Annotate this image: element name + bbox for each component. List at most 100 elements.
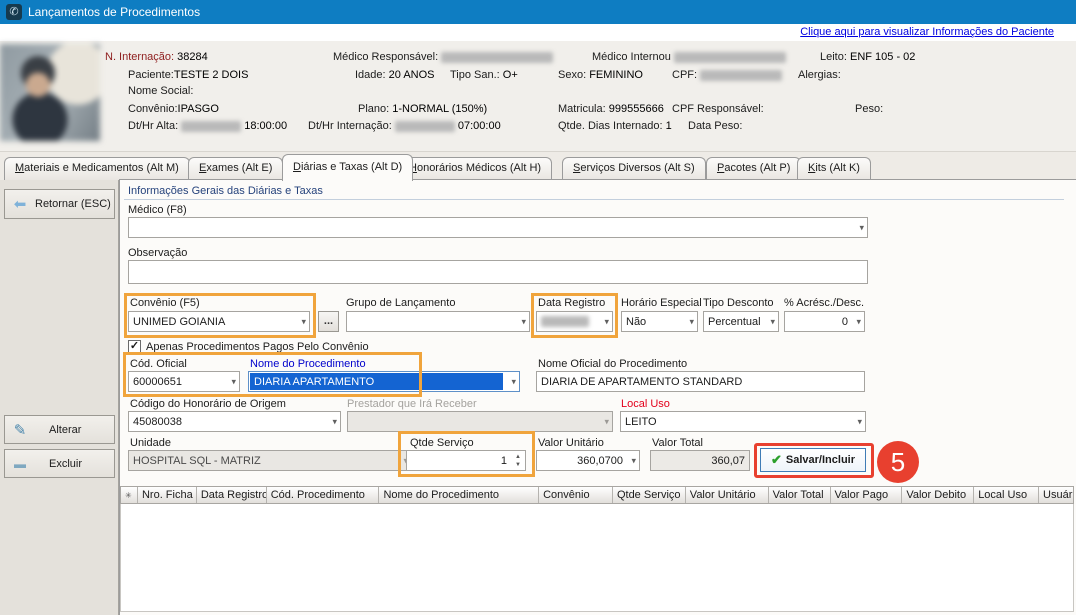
field-tipo-san: Tipo San.: O+ (450, 69, 518, 81)
patient-info-link[interactable]: Clique aqui para visualizar Informações … (800, 26, 1054, 38)
n-internacao-label: N. Internação: (105, 51, 174, 63)
grid-col-valor-pago[interactable]: Valor Pago (831, 487, 903, 503)
nome-oficial-label: Nome Oficial do Procedimento (538, 358, 687, 370)
patient-photo (0, 44, 100, 141)
qtde-servico-stepper[interactable]: 1 ▲▼ (406, 450, 526, 471)
cpf-label: CPF: (672, 69, 697, 81)
chevron-down-icon[interactable]: ▾ (856, 316, 861, 327)
excluir-button[interactable]: ▬ Excluir (4, 449, 115, 478)
redacted-value (441, 52, 553, 63)
valor-unitario-value: 360,0700 (577, 455, 623, 467)
grid-col-valor-debito[interactable]: Valor Debito (902, 487, 974, 503)
chevron-down-icon[interactable]: ▾ (857, 416, 862, 427)
leito-label: Leito: (820, 51, 847, 63)
acresc-desc-combobox[interactable]: 0 ▾ (784, 311, 865, 332)
chevron-down-icon[interactable]: ▾ (231, 376, 236, 387)
chevron-down-icon[interactable]: ▾ (604, 316, 609, 327)
qtde-servico-label: Qtde Serviço (410, 437, 474, 449)
grid-body[interactable] (120, 504, 1074, 612)
grid-col-local-uso[interactable]: Local Uso (974, 487, 1039, 503)
qtde-servico-value: 1 (501, 455, 507, 467)
convenio-f5-combobox[interactable]: UNIMED GOIANIA ▾ (128, 311, 310, 332)
grid-col-convenio[interactable]: Convênio (539, 487, 613, 503)
acresc-desc-label: % Acrésc./Desc. (784, 297, 864, 309)
tab-exames[interactable]: Exames (Alt E) (188, 157, 283, 180)
cod-oficial-combobox[interactable]: 60000651 ▾ (128, 371, 240, 392)
window-title: Lançamentos de Procedimentos (28, 5, 200, 19)
apenas-pagos-checkbox-label[interactable]: Apenas Procedimentos Pagos Pelo Convênio (146, 341, 369, 353)
tab-label: ateriais e Medicamentos (Alt M) (24, 162, 179, 174)
cod-oficial-label: Cód. Oficial (130, 358, 187, 370)
chevron-down-icon[interactable]: ▾ (770, 316, 775, 327)
grid-col-nome-procedimento[interactable]: Nome do Procedimento (379, 487, 539, 503)
link-row: Clique aqui para visualizar Informações … (0, 24, 1076, 41)
alterar-button[interactable]: ✎ Alterar (4, 415, 115, 444)
section-title: Informações Gerais das Diárias e Taxas (128, 185, 323, 197)
tab-pacotes[interactable]: Pacotes (Alt P) (706, 157, 801, 180)
chevron-down-icon[interactable]: ▾ (301, 316, 306, 327)
tipo-desconto-combobox[interactable]: Percentual ▾ (703, 311, 779, 332)
tab-kits[interactable]: Kits (Alt K) (797, 157, 871, 180)
green-check-icon: ✔ (771, 452, 782, 468)
field-plano: Plano: 1-NORMAL (150%) (358, 103, 487, 115)
data-registro-combobox[interactable]: ▾ (536, 311, 613, 332)
acresc-desc-value: 0 (842, 316, 848, 328)
cod-honorario-value: 45080038 (133, 416, 182, 428)
apenas-pagos-checkbox[interactable]: ✓ (128, 340, 141, 353)
field-nome-social: Nome Social: (128, 85, 193, 97)
horario-especial-combobox[interactable]: Não ▾ (621, 311, 698, 332)
tab-servicos-diversos[interactable]: Serviços Diversos (Alt S) (562, 157, 706, 180)
observacao-input[interactable] (128, 260, 868, 284)
medico-responsavel-label: Médico Responsável: (333, 51, 438, 63)
tab-diarias-taxas[interactable]: Diárias e Taxas (Alt D) (282, 154, 413, 181)
check-icon: ✓ (130, 340, 139, 352)
tab-label: onorários Médicos (Alt H) (417, 162, 541, 174)
chevron-down-icon[interactable]: ▾ (859, 222, 864, 233)
nome-procedimento-value: DIARIA APARTAMENTO (250, 373, 503, 390)
tipo-desconto-label: Tipo Desconto (703, 297, 774, 309)
grid-col-nro-ficha[interactable]: Nro. Ficha (138, 487, 197, 503)
browse-button[interactable]: ... (318, 311, 339, 332)
grid-col-usuario[interactable]: Usuário (1039, 487, 1073, 503)
alterar-label: Alterar (49, 424, 81, 436)
chevron-down-icon[interactable]: ▾ (631, 455, 636, 466)
patient-info-panel: N. Internação: 38284 Médico Responsável:… (0, 41, 1076, 152)
field-paciente: Paciente:TESTE 2 DOIS (128, 69, 248, 81)
local-uso-combobox[interactable]: LEITO ▾ (620, 411, 866, 432)
dt-hr-alta-time: 18:00:00 (244, 120, 287, 132)
chevron-down-icon[interactable]: ▾ (511, 376, 516, 387)
tipo-desconto-value: Percentual (708, 316, 761, 328)
field-idade: Idade: 20 ANOS (355, 69, 435, 81)
grid-col-cod-procedimento[interactable]: Cód. Procedimento (267, 487, 380, 503)
chevron-down-icon[interactable]: ▾ (521, 316, 526, 327)
retornar-label: Retornar (ESC) (35, 198, 111, 210)
grid-col-qtde-servico[interactable]: Qtde Serviço (613, 487, 686, 503)
prestador-label: Prestador que Irá Receber (347, 398, 477, 410)
convenio-f5-value: UNIMED GOIANIA (133, 316, 225, 328)
spinner-arrows-icon[interactable]: ▲▼ (515, 453, 521, 469)
horario-especial-value: Não (626, 316, 646, 328)
grupo-lancamento-combobox[interactable]: ▾ (346, 311, 530, 332)
grid-col-valor-total[interactable]: Valor Total (769, 487, 831, 503)
retornar-button[interactable]: ⬅ Retornar (ESC) (4, 189, 115, 219)
chevron-down-icon[interactable]: ▾ (689, 316, 694, 327)
nome-procedimento-combobox[interactable]: DIARIA APARTAMENTO ▾ (248, 371, 520, 392)
redacted-value (674, 52, 786, 63)
title-bar: ✆ Lançamentos de Procedimentos (0, 0, 1076, 24)
tab-materiais-medicamentos[interactable]: Materiais e Medicamentos (Alt M) (4, 157, 190, 180)
cod-honorario-combobox[interactable]: 45080038 ▾ (128, 411, 341, 432)
field-medico-responsavel: Médico Responsável: (333, 51, 553, 63)
medico-f8-combobox[interactable]: ▾ (128, 217, 868, 238)
valor-unitario-combobox[interactable]: 360,0700 ▾ (536, 450, 640, 471)
grid-col-data-registro[interactable]: Data Registro (197, 487, 267, 503)
grupo-lancamento-label: Grupo de Lançamento (346, 297, 455, 309)
redacted-value (395, 121, 455, 132)
cpf-responsavel-label: CPF Responsável: (672, 103, 764, 115)
convenio-label: Convênio: (128, 103, 178, 115)
paciente-label: Paciente: (128, 69, 174, 81)
tab-honorarios-medicos[interactable]: Honorários Médicos (Alt H) (398, 157, 552, 180)
chevron-down-icon[interactable]: ▾ (332, 416, 337, 427)
salvar-incluir-button[interactable]: ✔ Salvar/Incluir (760, 448, 866, 472)
grid-col-valor-unitario[interactable]: Valor Unitário (686, 487, 769, 503)
nome-oficial-input[interactable]: DIARIA DE APARTAMENTO STANDARD (536, 371, 865, 392)
